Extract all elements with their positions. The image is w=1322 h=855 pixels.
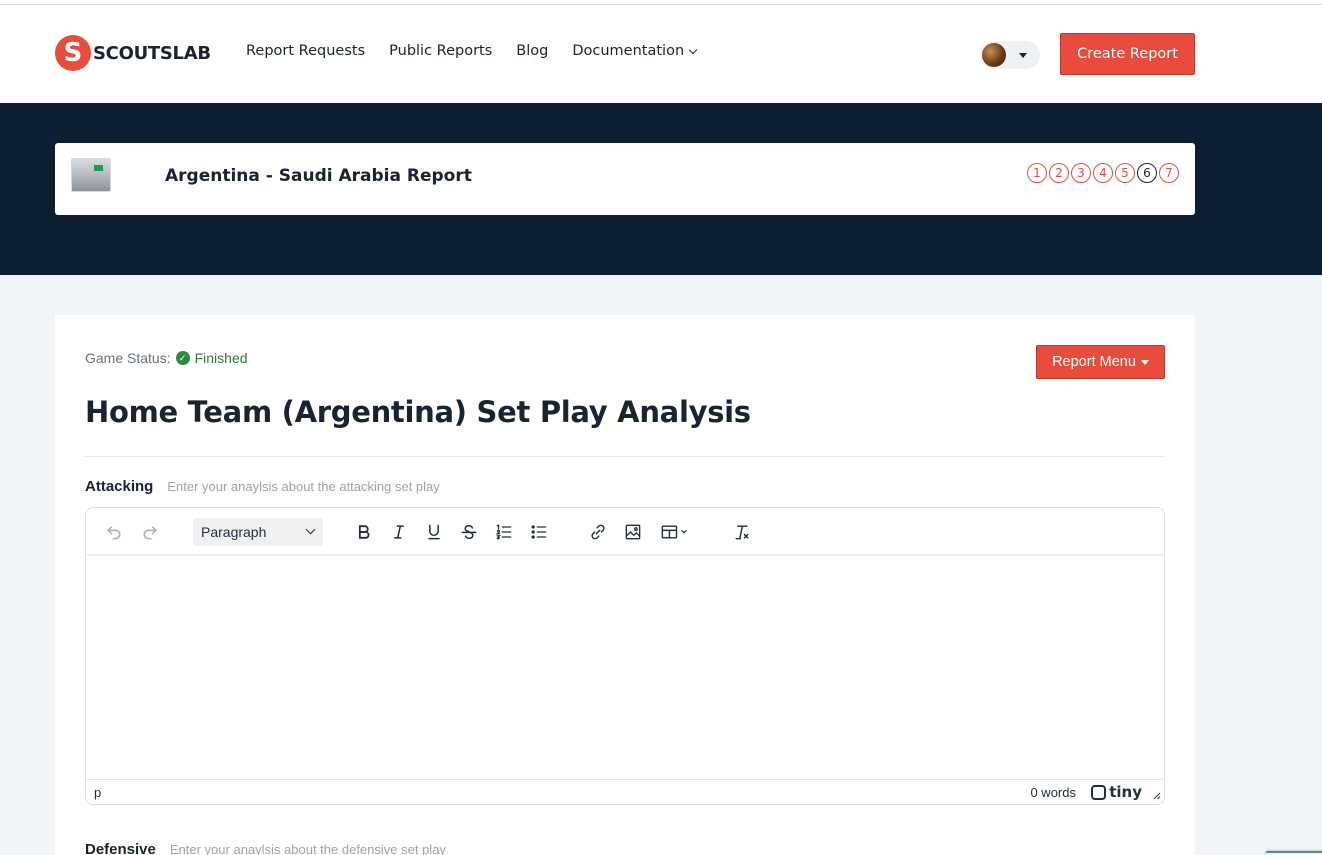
step-7[interactable]: 7	[1159, 163, 1179, 183]
italic-icon[interactable]	[385, 518, 413, 546]
defensive-hint: Enter your anaylsis about the defensive …	[169, 842, 446, 855]
scoutslab-logo[interactable]: S SCOUTSLAB	[55, 35, 211, 71]
report-content-card: Game Status: ✓ Finished Report Menu Home…	[55, 315, 1195, 855]
site-header: S SCOUTSLAB Report Requests Public Repor…	[0, 5, 1322, 103]
report-thumbnail	[71, 158, 111, 192]
report-steps: 1 2 3 4 5 6 7	[1027, 163, 1179, 183]
report-menu-button[interactable]: Report Menu	[1036, 345, 1165, 379]
step-6-current[interactable]: 6	[1137, 163, 1157, 183]
tiny-logo-icon	[1091, 784, 1107, 800]
user-menu-toggle[interactable]	[980, 41, 1040, 69]
word-count[interactable]: 0 words	[1030, 785, 1076, 800]
defensive-label: Defensive	[85, 841, 156, 855]
logo-mark: S	[55, 35, 91, 71]
nav-documentation[interactable]: Documentation	[572, 43, 698, 59]
check-circle-icon: ✓	[175, 351, 190, 365]
create-report-button[interactable]: Create Report	[1060, 33, 1195, 75]
block-format-value: Paragraph	[201, 524, 267, 540]
page-title: Home Team (Argentina) Set Play Analysis	[85, 395, 751, 429]
strikethrough-icon[interactable]	[455, 518, 483, 546]
link-icon[interactable]	[584, 518, 612, 546]
avatar	[982, 43, 1006, 67]
editor-content-area[interactable]	[86, 556, 1164, 779]
element-path[interactable]: p	[94, 785, 101, 800]
report-title: Argentina - Saudi Arabia Report	[165, 166, 472, 186]
undo-icon[interactable]	[100, 518, 128, 546]
main-nav: Report Requests Public Reports Blog Docu…	[246, 43, 698, 59]
nav-public-reports[interactable]: Public Reports	[389, 43, 492, 59]
step-5[interactable]: 5	[1115, 163, 1135, 183]
game-status-label: Game Status:	[85, 350, 171, 366]
chevron-down-icon	[305, 524, 316, 535]
attacking-rich-text-editor: Paragraph p 0 words tiny	[85, 507, 1165, 805]
report-menu-label: Report Menu	[1052, 354, 1136, 370]
recaptcha-badge[interactable]	[1266, 851, 1322, 855]
game-status-value: Finished	[194, 350, 248, 366]
game-status: Game Status: ✓ Finished	[85, 350, 248, 366]
caret-down-icon	[1140, 359, 1149, 365]
tiny-brand-text: tiny	[1109, 783, 1142, 801]
block-format-select[interactable]: Paragraph	[193, 518, 323, 546]
nav-documentation-label: Documentation	[572, 43, 685, 59]
tiny-brand[interactable]: tiny	[1091, 783, 1142, 801]
resize-handle-icon[interactable]	[1151, 790, 1161, 800]
defensive-field-label: Defensive Enter your anaylsis about the …	[85, 841, 446, 855]
chevron-down-icon	[688, 45, 698, 54]
redo-icon[interactable]	[136, 518, 164, 546]
divider	[85, 456, 1165, 457]
table-icon[interactable]	[654, 518, 694, 546]
attacking-label: Attacking	[85, 478, 154, 495]
numbered-list-icon[interactable]	[490, 518, 518, 546]
nav-blog[interactable]: Blog	[516, 43, 548, 59]
step-3[interactable]: 3	[1071, 163, 1091, 183]
attacking-hint: Enter your anaylsis about the attacking …	[167, 479, 440, 494]
nav-report-requests[interactable]: Report Requests	[246, 43, 365, 59]
editor-statusbar: p 0 words tiny	[86, 779, 1164, 804]
report-header-card: Argentina - Saudi Arabia Report 1 2 3 4 …	[55, 143, 1195, 215]
image-icon[interactable]	[619, 518, 647, 546]
clear-formatting-icon[interactable]	[728, 518, 756, 546]
attacking-field-label: Attacking Enter your anaylsis about the …	[85, 478, 440, 495]
bold-icon[interactable]	[350, 518, 378, 546]
underline-icon[interactable]	[420, 518, 448, 546]
step-1[interactable]: 1	[1027, 163, 1047, 183]
step-4[interactable]: 4	[1093, 163, 1113, 183]
bullet-list-icon[interactable]	[525, 518, 553, 546]
caret-down-icon	[1019, 52, 1027, 58]
step-2[interactable]: 2	[1049, 163, 1069, 183]
editor-toolbar: Paragraph	[86, 508, 1164, 555]
logo-text: SCOUTSLAB	[93, 42, 211, 64]
